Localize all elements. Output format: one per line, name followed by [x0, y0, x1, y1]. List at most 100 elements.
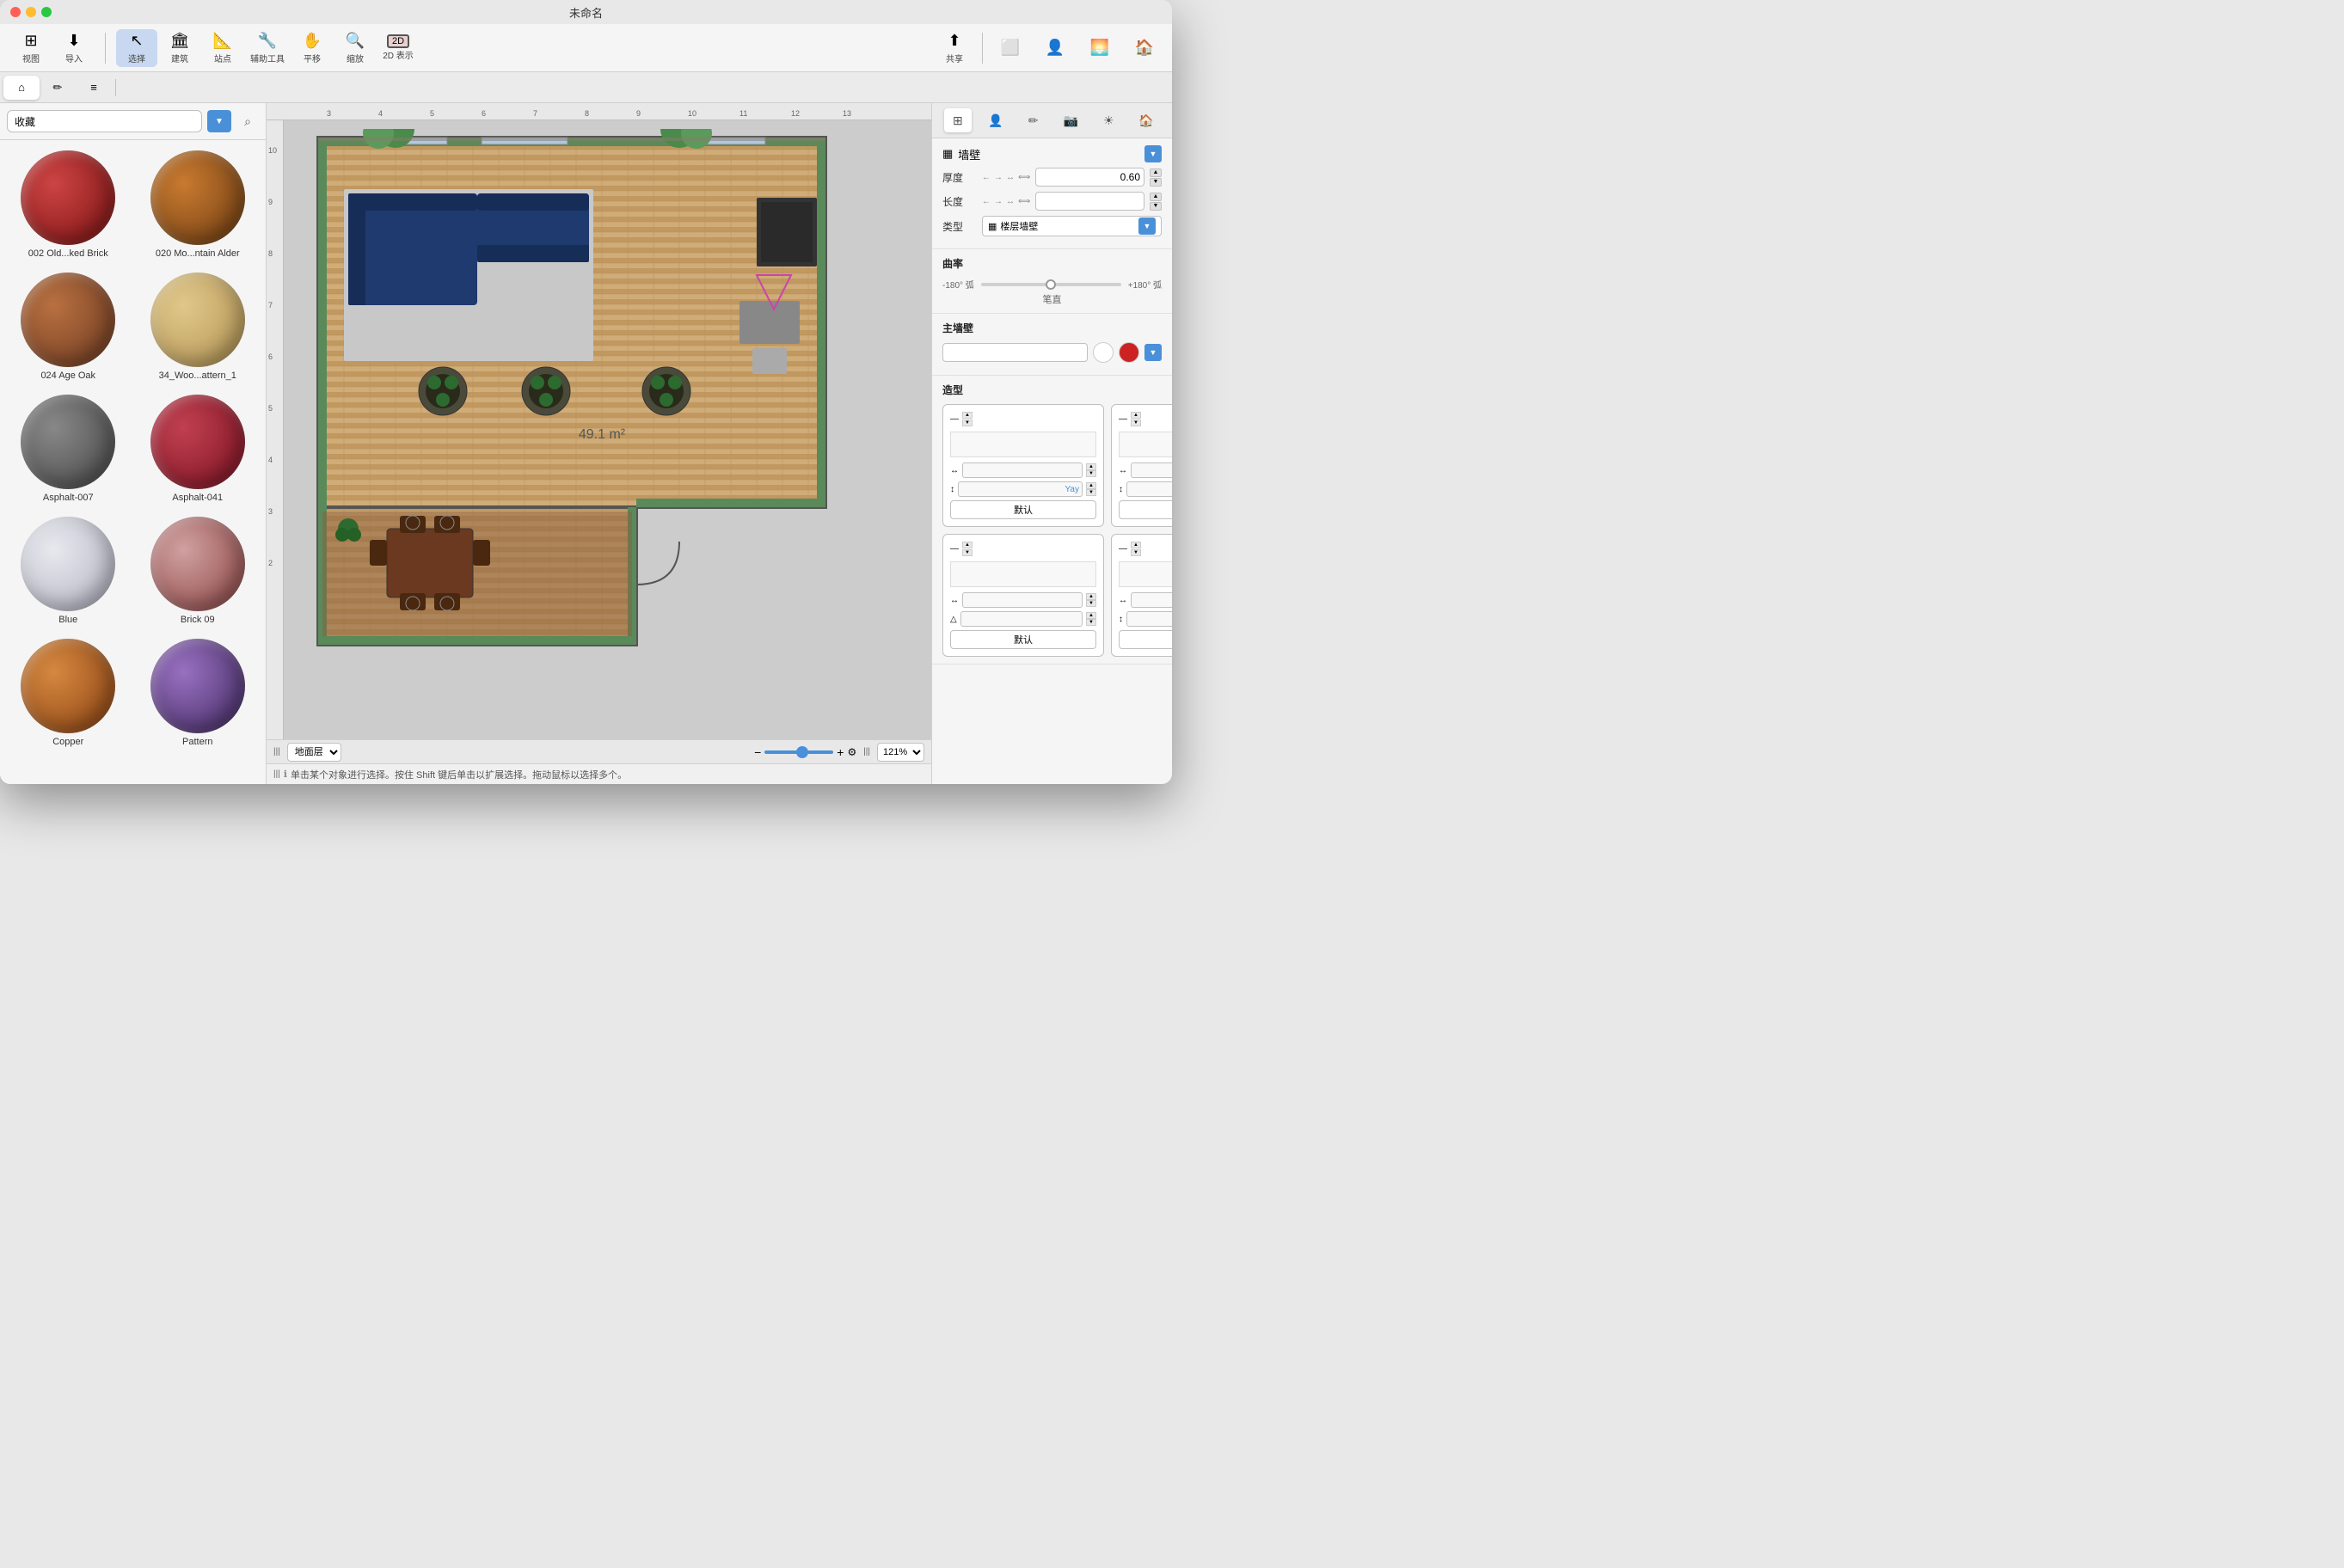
share-button[interactable]: ⬆ 共享: [934, 29, 975, 67]
zoom-level-select[interactable]: 121%: [877, 743, 924, 762]
shape3-dn1[interactable]: ▼: [962, 549, 973, 556]
zoom-button[interactable]: 🔍 缩放: [334, 29, 376, 67]
floor-select[interactable]: 地面层: [287, 743, 341, 762]
rp-tab-sun[interactable]: ☀: [1095, 108, 1122, 132]
shape1-v-up[interactable]: ▲: [1086, 482, 1096, 489]
zoom-settings-button[interactable]: ⚙: [847, 746, 856, 758]
search-dropdown-btn[interactable]: ▼: [207, 110, 231, 132]
search-icon-btn[interactable]: ⌕: [236, 110, 259, 132]
view-icon: ⊞: [24, 32, 37, 50]
rp-tab-person[interactable]: 👤: [982, 108, 1009, 132]
shape1-h-up[interactable]: ▲: [1086, 463, 1096, 470]
zoom-in-button[interactable]: +: [837, 745, 844, 759]
shape3-default-btn[interactable]: 默认: [950, 630, 1096, 649]
shape2-up1[interactable]: ▲: [1131, 412, 1141, 419]
shape2-h-input[interactable]: [1131, 462, 1172, 478]
wall-color-dropdown[interactable]: ▼: [1144, 344, 1162, 361]
material-item-asphalt007[interactable]: Asphalt-007: [7, 391, 130, 506]
length-input[interactable]: [1035, 192, 1144, 211]
material-item-mountain-alder[interactable]: 020 Mo...ntain Alder: [137, 147, 260, 262]
shape1-dn1[interactable]: ▼: [962, 420, 973, 426]
material-item-age-oak[interactable]: 024 Age Oak: [7, 269, 130, 384]
material-item-asphalt041[interactable]: Asphalt-041: [137, 391, 260, 506]
shape3-tri-up[interactable]: ▲: [1086, 612, 1096, 619]
2d-button[interactable]: 2D 2D 表示: [377, 29, 419, 67]
shape4-v-input[interactable]: [1126, 611, 1172, 627]
minimize-button[interactable]: [26, 7, 36, 17]
wall-color-input[interactable]: [942, 343, 1088, 362]
curve-bar: -180° 弧 +180° 弧: [942, 278, 1162, 291]
shape3-up1[interactable]: ▲: [962, 542, 973, 548]
shape-box1-row3: ↕ ▲ ▼: [950, 481, 1096, 497]
wall-type-select-btn[interactable]: ▼: [1138, 217, 1156, 235]
material-item-pattern[interactable]: Pattern: [137, 635, 260, 750]
shape3-tri-input[interactable]: [960, 611, 1083, 627]
shape3-tri-dn[interactable]: ▼: [1086, 619, 1096, 626]
rp-tab-pen[interactable]: ✏: [1020, 108, 1047, 132]
import-button[interactable]: ⬇ 导入: [53, 29, 95, 67]
shape1-v-dn[interactable]: ▼: [1086, 489, 1096, 496]
floor-plan-container[interactable]: 49.1 m²: [284, 120, 931, 739]
close-button[interactable]: [10, 7, 21, 17]
sub-tab-list[interactable]: ≡: [76, 76, 112, 100]
select-label: 选择: [128, 52, 145, 64]
material-item-woo-pattern[interactable]: 34_Woo...attern_1: [137, 269, 260, 384]
length-up[interactable]: ▲: [1150, 193, 1162, 201]
search-input[interactable]: [7, 110, 202, 132]
ruler-mark-8: 8: [585, 103, 589, 119]
wall-type-dropdown[interactable]: ▼: [1144, 145, 1162, 162]
shape1-up1[interactable]: ▲: [962, 412, 973, 419]
zoom-out-button[interactable]: −: [754, 745, 761, 759]
assist-button[interactable]: 🔧 辅助工具: [245, 29, 290, 67]
view-button[interactable]: ⊞ 视图: [10, 29, 52, 67]
thickness-input[interactable]: [1035, 168, 1144, 187]
shape2-dn1[interactable]: ▼: [1131, 420, 1141, 426]
rp-tab-house[interactable]: 🏠: [1132, 108, 1160, 132]
color-swatch-red[interactable]: [1119, 342, 1139, 363]
shape1-h-input[interactable]: [962, 462, 1083, 478]
shape4-dn1[interactable]: ▼: [1131, 549, 1141, 556]
shape1-h-dn[interactable]: ▼: [1086, 470, 1096, 477]
toolbar-group-tools: ↖ 选择 🏛 建筑 📐 站点 🔧 辅助工具 ✋ 平移 🔍 缩放: [113, 29, 422, 67]
material-item-brick09[interactable]: Brick 09: [137, 513, 260, 628]
shape4-arrow-v: ↕: [1119, 615, 1123, 624]
viewmode-panel3[interactable]: 🌅: [1079, 29, 1120, 67]
select-button[interactable]: ↖ 选择: [116, 29, 157, 67]
curve-slider[interactable]: [981, 283, 1121, 286]
viewmode-panel4[interactable]: 🏠: [1124, 29, 1165, 67]
thickness-down[interactable]: ▼: [1150, 178, 1162, 187]
thickness-up[interactable]: ▲: [1150, 168, 1162, 177]
shape3-h-up[interactable]: ▲: [1086, 593, 1096, 600]
shape1-arrow-v: ↕: [950, 485, 954, 494]
move-button[interactable]: ✋ 平移: [291, 29, 333, 67]
sub-tab-pen[interactable]: ✏: [40, 76, 76, 100]
viewmode-panel2[interactable]: 👤: [1034, 29, 1076, 67]
rp-tab-camera[interactable]: 📷: [1057, 108, 1084, 132]
maximize-button[interactable]: [41, 7, 52, 17]
select-icon: ↖: [130, 32, 143, 50]
shape2-default-btn[interactable]: 默认: [1119, 500, 1172, 519]
shape1-default-btn[interactable]: 默认: [950, 500, 1096, 519]
length-label: 长度: [942, 194, 977, 209]
type-selector[interactable]: ▦ 楼层墙壁 ▼: [982, 216, 1162, 236]
station-button[interactable]: 📐 站点: [202, 29, 243, 67]
shape3-h-dn[interactable]: ▼: [1086, 600, 1096, 607]
rp-tab-grid[interactable]: ⊞: [944, 108, 972, 132]
shape4-h-input[interactable]: [1131, 592, 1172, 608]
material-item-copper[interactable]: Copper: [7, 635, 130, 750]
viewmode-panel1[interactable]: ⬜: [990, 29, 1031, 67]
color-swatch-white[interactable]: [1093, 342, 1114, 363]
material-item-blue[interactable]: Blue: [7, 513, 130, 628]
import-icon: ⬇: [67, 32, 80, 50]
length-down[interactable]: ▼: [1150, 202, 1162, 211]
build-button[interactable]: 🏛 建筑: [159, 29, 200, 67]
shape3-h-input[interactable]: [962, 592, 1083, 608]
shape4-up1[interactable]: ▲: [1131, 542, 1141, 548]
shape1-v-input[interactable]: [958, 481, 1083, 497]
shape4-default-btn[interactable]: 默认: [1119, 630, 1172, 649]
sub-tab-home[interactable]: ⌂: [3, 76, 40, 100]
zoom-slider[interactable]: [764, 750, 833, 754]
subtoolbar: ⌂ ✏ ≡: [0, 72, 1172, 103]
material-item-old-brick[interactable]: 002 Old...ked Brick: [7, 147, 130, 262]
shape2-v-input[interactable]: [1126, 481, 1172, 497]
